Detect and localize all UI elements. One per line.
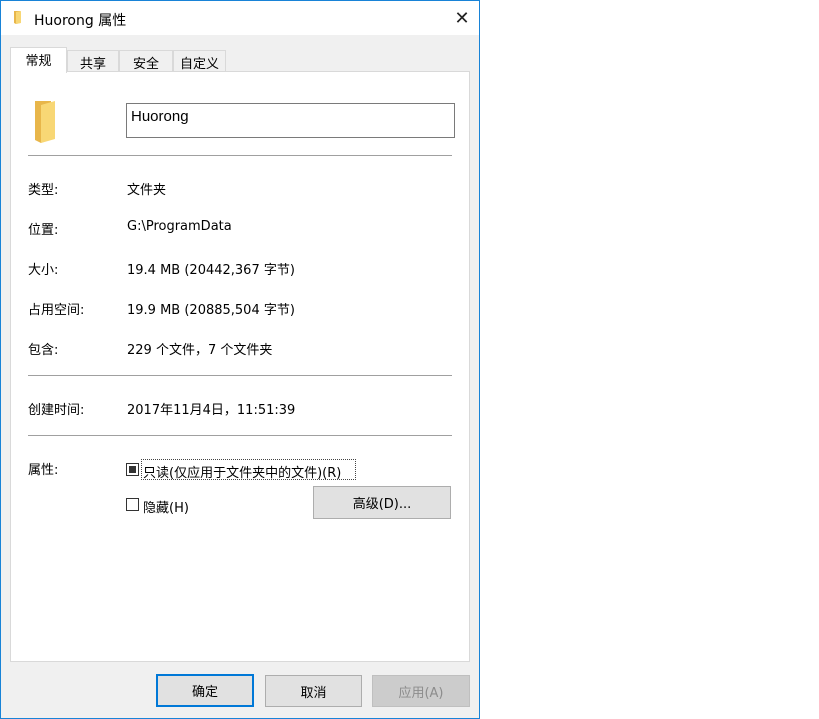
separator xyxy=(28,155,452,156)
folder-icon xyxy=(35,101,55,143)
disk-size-label: 占用空间: xyxy=(28,303,85,318)
separator xyxy=(28,375,452,376)
readonly-label[interactable]: 只读(仅应用于文件夹中的文件)(R) xyxy=(143,462,341,481)
tab-strip: 常规 共享 安全 自定义 xyxy=(10,47,470,73)
tab-security[interactable]: 安全 xyxy=(119,50,173,72)
ok-button[interactable]: 确定 xyxy=(156,674,254,707)
close-icon: ✕ xyxy=(454,7,470,29)
folder-icon xyxy=(14,11,21,24)
location-value: G:\ProgramData xyxy=(127,219,232,234)
readonly-checkbox[interactable] xyxy=(126,463,139,476)
folder-name-input[interactable]: Huorong xyxy=(126,103,455,138)
apply-button[interactable]: 应用(A) xyxy=(372,675,470,707)
contains-value: 229 个文件，7 个文件夹 xyxy=(127,343,273,358)
close-button[interactable]: ✕ xyxy=(444,1,480,35)
size-value: 19.4 MB (20442,367 字节) xyxy=(127,263,295,278)
properties-window: Huorong 属性 ✕ 常规 共享 安全 自定义 Huorong 类型: 文件… xyxy=(0,0,480,719)
created-value: 2017年11月4日，11:51:39 xyxy=(127,403,296,418)
contains-label: 包含: xyxy=(28,343,59,358)
created-label: 创建时间: xyxy=(28,403,85,418)
tab-customize[interactable]: 自定义 xyxy=(173,50,226,72)
type-label: 类型: xyxy=(28,183,59,198)
size-label: 大小: xyxy=(28,263,59,278)
location-label: 位置: xyxy=(28,223,59,238)
title-bar: Huorong 属性 ✕ xyxy=(1,1,479,35)
tab-sharing[interactable]: 共享 xyxy=(67,50,119,72)
cancel-button[interactable]: 取消 xyxy=(265,675,362,707)
general-panel: Huorong 类型: 文件夹 位置: G:\ProgramData 大小: 1… xyxy=(10,71,470,662)
window-title: Huorong 属性 xyxy=(34,13,127,29)
separator xyxy=(28,435,452,436)
attributes-label: 属性: xyxy=(28,463,59,478)
hidden-checkbox[interactable] xyxy=(126,498,139,511)
type-value: 文件夹 xyxy=(127,183,167,198)
advanced-button[interactable]: 高级(D)... xyxy=(313,486,451,519)
hidden-label[interactable]: 隐藏(H) xyxy=(143,497,189,516)
tab-general[interactable]: 常规 xyxy=(10,47,67,73)
disk-size-value: 19.9 MB (20885,504 字节) xyxy=(127,303,295,318)
